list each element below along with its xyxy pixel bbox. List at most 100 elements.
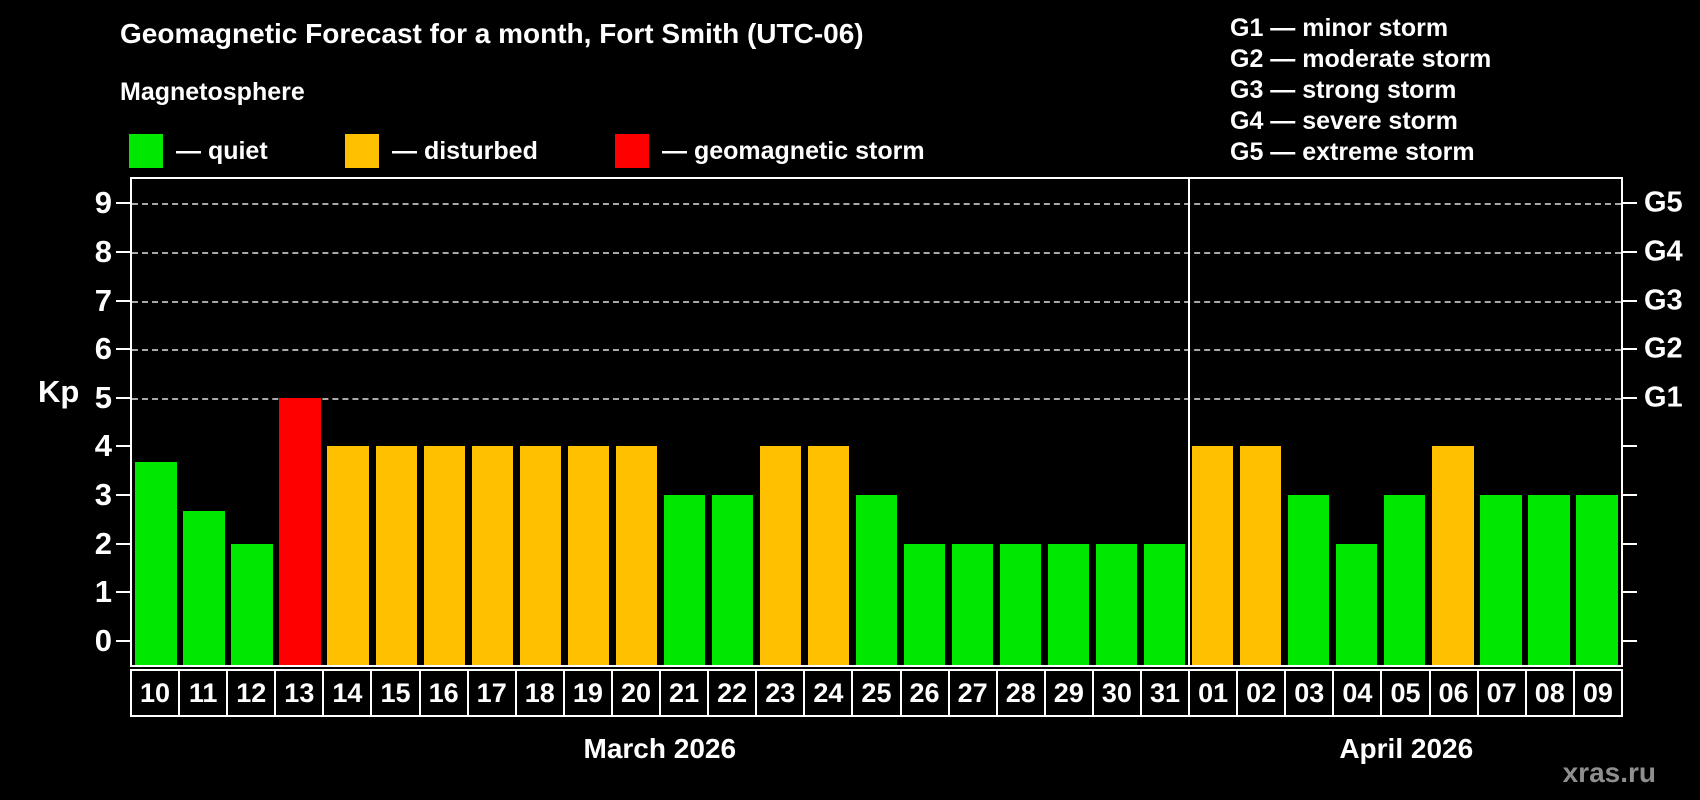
legend-item-label: — geomagnetic storm (662, 136, 925, 165)
y-tick-right-9 (1623, 202, 1637, 205)
month-axis-labels: March 2026 April 2026 (130, 733, 1623, 771)
day-cell-10: 10 (130, 669, 181, 717)
kp-bar-day-26 (903, 543, 946, 665)
kp-bar-day-31 (1144, 543, 1186, 665)
day-cell-26: 26 (899, 669, 950, 717)
legend-item-quiet: — quiet (129, 132, 268, 170)
y-tick-label-3: 3 (94, 476, 112, 512)
day-cell-29: 29 (1043, 669, 1094, 717)
month-label: March 2026 (583, 733, 737, 764)
y-axis-ticks-left (116, 179, 130, 665)
day-axis-strip: 10 11 12 13 14 15 16 17 18 19 20 21 22 23 24 25 26 27 28 29… (130, 669, 1623, 717)
g-scale-axis-labels: G1 G2 G3 G4 G5 (1644, 179, 1700, 665)
page-title: Geomagnetic Forecast for a month, Fort S… (120, 18, 864, 49)
y-tick-left-0 (116, 639, 130, 642)
y-tick-left-9 (116, 202, 130, 205)
kp-bar-day-18 (519, 446, 561, 665)
gridline-kp-8 (132, 251, 1621, 254)
day-cell-08: 08 (1524, 669, 1575, 717)
kp-bar-day-11 (183, 510, 225, 665)
y-tick-left-1 (116, 591, 130, 594)
day-cell-24: 24 (803, 669, 854, 717)
y-tick-right-4 (1623, 445, 1637, 448)
y-tick-label-1: 1 (94, 574, 112, 610)
y-axis-labels: 0 1 2 3 4 5 6 7 8 9 (20, 179, 112, 665)
y-tick-label-0: 0 (94, 622, 112, 658)
g-axis-label-g4: G4 (1644, 235, 1683, 268)
y-tick-right-0 (1623, 639, 1637, 642)
kp-bar-day-08 (1528, 494, 1570, 665)
kp-bar-day-29 (1047, 543, 1090, 665)
kp-bar-day-12 (231, 543, 273, 665)
day-cell-04: 04 (1332, 669, 1383, 717)
y-tick-right-1 (1623, 591, 1637, 594)
day-cell-07: 07 (1476, 669, 1527, 717)
day-cell-14: 14 (322, 669, 373, 717)
y-axis-ticks-right (1623, 179, 1637, 665)
gridline-kp-9 (132, 203, 1621, 206)
kp-bar-day-02 (1240, 446, 1282, 665)
kp-chart-plot (130, 177, 1623, 667)
kp-bar-day-06 (1432, 446, 1474, 665)
y-tick-label-4: 4 (94, 428, 112, 464)
legend-item-disturbed: — disturbed (345, 132, 538, 170)
day-cell-22: 22 (707, 669, 758, 717)
kp-bar-day-28 (999, 543, 1042, 665)
y-tick-right-7 (1623, 299, 1637, 302)
y-tick-right-6 (1623, 348, 1637, 351)
y-tick-label-5: 5 (94, 379, 112, 415)
g-legend-line-4: G4 — severe storm (1230, 107, 1458, 135)
kp-bar-day-25 (855, 494, 898, 665)
y-tick-label-9: 9 (94, 185, 112, 221)
disturbed-color-swatch-icon (345, 134, 379, 168)
legend-item-label: — quiet (176, 136, 268, 165)
day-cell-11: 11 (178, 669, 229, 717)
magnetosphere-legend: — quiet — disturbed — geomagnetic storm (0, 132, 1000, 170)
kp-bar-day-17 (471, 446, 513, 665)
kp-bar-day-27 (951, 543, 994, 665)
day-cell-23: 23 (755, 669, 806, 717)
gridline-kp-7 (132, 300, 1621, 303)
day-cell-31: 31 (1139, 669, 1191, 717)
y-tick-left-8 (116, 250, 130, 253)
day-cell-09: 09 (1572, 669, 1623, 717)
kp-bar-day-23 (759, 446, 802, 665)
kp-bar-day-30 (1096, 543, 1138, 665)
y-tick-left-5 (116, 396, 130, 399)
g-legend-line-1: G1 — minor storm (1230, 14, 1449, 42)
kp-bar-day-05 (1384, 494, 1426, 665)
gridline-kp-6 (132, 349, 1621, 352)
day-cell-20: 20 (610, 669, 662, 717)
y-tick-right-2 (1623, 542, 1637, 545)
y-tick-left-2 (116, 542, 130, 545)
kp-bar-day-04 (1336, 543, 1378, 665)
g-legend-line-2: G2 — moderate storm (1230, 45, 1492, 73)
day-cell-06: 06 (1428, 669, 1479, 717)
legend-item-label: — disturbed (392, 136, 538, 165)
y-tick-left-3 (116, 493, 130, 496)
day-cell-01: 01 (1188, 669, 1239, 717)
day-cell-25: 25 (851, 669, 902, 717)
kp-bar-day-13 (279, 397, 321, 665)
kp-bar-day-22 (711, 494, 754, 665)
y-tick-left-7 (116, 299, 130, 302)
day-cell-13: 13 (274, 669, 325, 717)
day-cell-17: 17 (466, 669, 517, 717)
y-tick-label-8: 8 (94, 233, 112, 269)
day-cell-18: 18 (514, 669, 565, 717)
g-axis-label-g1: G1 (1644, 381, 1683, 414)
day-cell-19: 19 (562, 669, 613, 717)
kp-bar-day-21 (663, 494, 705, 665)
storm-color-swatch-icon (615, 134, 649, 168)
day-cell-27: 27 (947, 669, 998, 717)
kp-bar-day-03 (1288, 494, 1330, 665)
kp-bar-day-10 (135, 462, 177, 665)
legend-item-storm: — geomagnetic storm (615, 132, 925, 170)
day-cell-21: 21 (659, 669, 710, 717)
kp-bar-day-15 (375, 446, 417, 665)
month-separator (1187, 179, 1190, 665)
quiet-color-swatch-icon (129, 134, 163, 168)
g-legend-line-3: G3 — strong storm (1230, 76, 1457, 104)
kp-bar-day-20 (615, 446, 657, 665)
watermark: xras.ru (1562, 757, 1656, 788)
